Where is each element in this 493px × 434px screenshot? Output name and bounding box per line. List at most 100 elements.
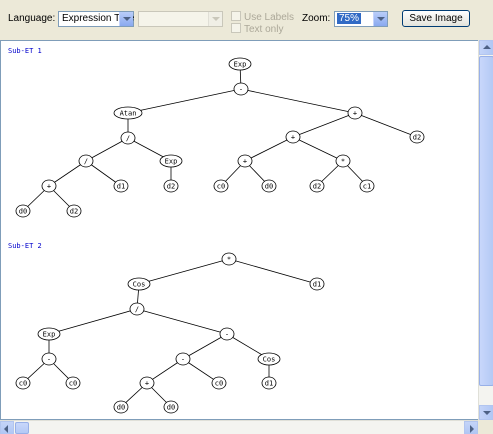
tree-node[interactable]: d0 <box>163 400 179 414</box>
tree-edge <box>138 258 230 285</box>
use-labels-checkbox[interactable]: Use Labels <box>231 11 294 23</box>
toolbar: Language: Expression Tree Use Labels Tex… <box>0 0 493 40</box>
tree-node[interactable]: d1 <box>309 277 325 291</box>
tree-node[interactable]: * <box>221 252 237 266</box>
tree-node[interactable]: c0 <box>213 179 229 193</box>
scroll-down-arrow-icon[interactable] <box>479 405 493 420</box>
tree-node-label: / <box>135 306 139 314</box>
chevron-down-icon[interactable] <box>208 12 222 26</box>
tree-node-label: - <box>225 331 229 339</box>
tree-node-label: d2 <box>167 183 175 191</box>
tree-node[interactable]: - <box>175 352 191 366</box>
vertical-scrollbar[interactable] <box>478 40 493 420</box>
tree-node[interactable]: d0 <box>113 400 129 414</box>
tree-node-label: + <box>353 110 357 118</box>
tree-section-title: Sub-ET 1 <box>8 47 42 55</box>
tree-edge <box>354 112 418 138</box>
language-select[interactable]: Expression Tree <box>58 11 134 27</box>
tree-node[interactable]: d2 <box>409 130 425 144</box>
tree-edge <box>48 308 138 335</box>
horizontal-scroll-thumb[interactable] <box>15 422 29 434</box>
tree-node-label: d0 <box>117 404 125 412</box>
tree-node-label: - <box>181 356 185 364</box>
tree-node[interactable]: c0 <box>211 376 227 390</box>
chevron-down-icon[interactable] <box>373 12 387 26</box>
tree-node-label: + <box>47 183 51 191</box>
tree-node-label: Cos <box>263 356 276 364</box>
tree-node[interactable]: - <box>233 82 249 96</box>
tree-node-label: - <box>47 356 51 364</box>
tree-node[interactable]: d1 <box>113 179 129 193</box>
tree-node-label: + <box>291 134 295 142</box>
tree-node-label: d1 <box>313 281 321 289</box>
scroll-left-arrow-icon[interactable] <box>0 421 14 434</box>
tree-node[interactable]: d0 <box>15 204 31 218</box>
tree-node[interactable]: + <box>237 154 253 168</box>
checkbox-box[interactable] <box>231 23 241 33</box>
secondary-select[interactable] <box>138 11 223 27</box>
tree-node[interactable]: - <box>219 327 235 341</box>
tree-node[interactable]: d2 <box>163 179 179 193</box>
tree-node[interactable]: Exp <box>228 57 252 71</box>
tree-node[interactable]: + <box>285 130 301 144</box>
tree-node[interactable]: Exp <box>37 327 61 341</box>
scroll-right-arrow-icon[interactable] <box>464 421 478 434</box>
scroll-up-arrow-icon[interactable] <box>479 40 493 55</box>
tree-node-label: d1 <box>117 183 125 191</box>
expression-tree-view: Exp - Atan + / + d2 / Exp + * + d1 d2 c0 d0 d2 c1 d0 d2 * Cos… <box>8 47 425 414</box>
tree-node[interactable]: d0 <box>261 179 277 193</box>
tree-edge <box>292 136 344 162</box>
tree-node-label: / <box>84 158 88 166</box>
save-image-button[interactable]: Save Image <box>402 10 470 27</box>
tree-node[interactable]: + <box>41 179 57 193</box>
tree-node-label: Exp <box>165 158 178 166</box>
use-labels-label: Use Labels <box>244 12 295 23</box>
tree-node[interactable]: c0 <box>65 376 81 390</box>
tree-node-label: Cos <box>133 281 146 289</box>
scrollbar-corner <box>478 420 493 434</box>
tree-node[interactable]: + <box>347 106 363 120</box>
tree-nodes: Exp - Atan + / + d2 / Exp + * + d1 d2 c0 d0 d2 c1 d0 d2 * Cos… <box>15 57 425 414</box>
zoom-select-value: 75% <box>337 13 362 24</box>
tree-node[interactable]: / <box>78 154 94 168</box>
tree-node-label: d2 <box>313 183 321 191</box>
tree-edge <box>127 88 242 114</box>
tree-edge <box>136 308 228 335</box>
text-only-checkbox[interactable]: Text only <box>231 23 283 35</box>
tree-node-label: / <box>126 135 130 143</box>
vertical-scroll-thumb[interactable] <box>479 56 493 386</box>
tree-node-label: d0 <box>19 208 27 216</box>
tree-node[interactable]: d1 <box>261 376 277 390</box>
zoom-select[interactable]: 75% <box>334 11 388 27</box>
tree-edge <box>292 112 356 138</box>
tree-edge <box>240 88 356 114</box>
tree-node[interactable]: Cos <box>127 277 151 291</box>
tree-node[interactable]: Exp <box>159 154 183 168</box>
tree-node[interactable]: d2 <box>309 179 325 193</box>
tree-node[interactable]: / <box>129 302 145 316</box>
tree-edge <box>85 137 129 162</box>
horizontal-scrollbar[interactable] <box>0 420 478 434</box>
tree-edge <box>182 333 228 360</box>
tree-node-label: d0 <box>167 404 175 412</box>
tree-node[interactable]: c1 <box>359 179 375 193</box>
chevron-down-icon[interactable] <box>119 12 133 26</box>
tree-node-label: + <box>145 380 149 388</box>
tree-node-label: * <box>227 256 231 264</box>
tree-node[interactable]: d2 <box>66 204 82 218</box>
tree-node[interactable]: * <box>335 154 351 168</box>
checkbox-box[interactable] <box>231 11 241 21</box>
tree-node[interactable]: / <box>120 131 136 145</box>
tree-node[interactable]: + <box>139 376 155 390</box>
tree-node-label: d2 <box>413 134 421 142</box>
tree-node[interactable]: c0 <box>15 376 31 390</box>
tree-node-label: c0 <box>69 380 77 388</box>
language-label: Language: <box>8 13 56 24</box>
tree-node-label: - <box>239 86 243 94</box>
tree-node-label: c0 <box>215 380 223 388</box>
tree-edge <box>244 136 294 162</box>
tree-node[interactable]: Atan <box>113 106 143 120</box>
tree-node[interactable]: Cos <box>257 352 281 366</box>
tree-node-label: * <box>341 158 345 166</box>
tree-node[interactable]: - <box>41 352 57 366</box>
